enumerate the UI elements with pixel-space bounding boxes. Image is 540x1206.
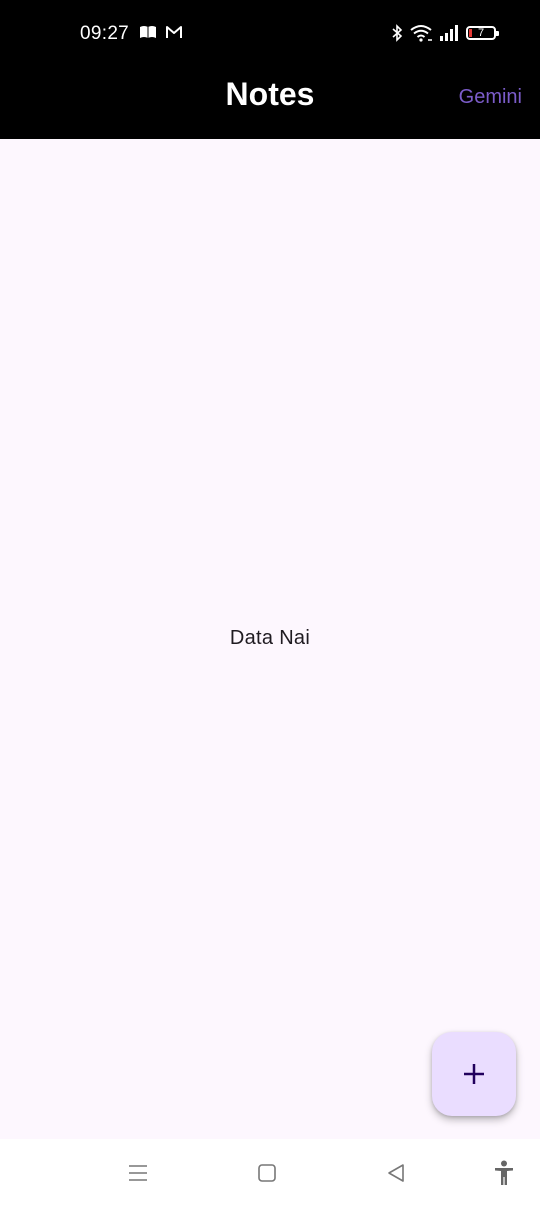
wifi-icon [410, 25, 432, 42]
back-button[interactable] [384, 1161, 408, 1185]
notes-list-area: Data Nai [0, 139, 540, 1139]
bluetooth-icon [392, 24, 403, 42]
status-notification-icons [139, 25, 183, 39]
accessibility-button[interactable] [492, 1160, 516, 1185]
gemini-button[interactable]: Gemini [459, 86, 522, 109]
back-icon [388, 1164, 404, 1182]
empty-state-message: Data Nai [229, 627, 311, 649]
menu-icon [129, 1165, 147, 1181]
status-time: 09:27 [80, 23, 130, 44]
battery-icon: 7 [466, 26, 499, 40]
plus-icon [464, 1064, 484, 1084]
home-button[interactable] [255, 1161, 279, 1185]
home-icon [258, 1164, 276, 1182]
status-bar: 09:27 7 [0, 0, 540, 68]
book-icon [140, 26, 156, 38]
system-nav-bar [0, 1139, 540, 1206]
app-bar: Notes Gemini [0, 68, 540, 139]
signal-icon [440, 25, 458, 41]
add-note-button[interactable] [432, 1032, 516, 1116]
gmail-icon [166, 26, 182, 38]
accessibility-icon [495, 1160, 513, 1185]
status-system-icons: 7 [391, 24, 499, 42]
recent-apps-button[interactable] [126, 1161, 150, 1185]
